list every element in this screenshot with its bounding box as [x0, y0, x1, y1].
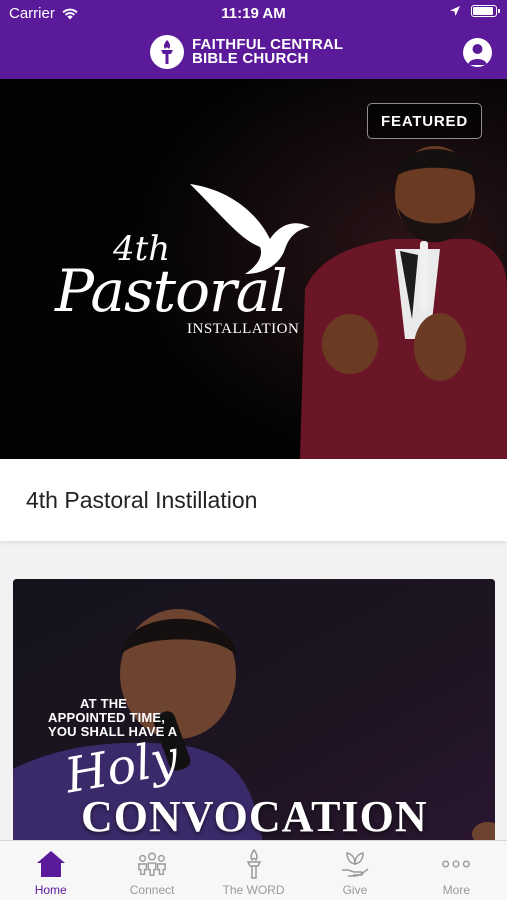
app-screen: Carrier 11:19 AM FAITHFUL CENTRAL BIBLE …: [0, 0, 507, 900]
tab-bar: Home Connect The WORD Give More: [0, 840, 507, 900]
tagline-line1: AT THE: [80, 696, 128, 711]
tab-give[interactable]: Give: [304, 841, 405, 900]
tab-give-label: Give: [342, 883, 368, 897]
status-time: 11:19 AM: [221, 5, 286, 22]
featured-hero-image[interactable]: 4th Pastoral INSTALLATION FEATURED: [0, 79, 507, 459]
brand-title-line2: BIBLE CHURCH: [192, 50, 309, 67]
tab-more-label: More: [442, 883, 470, 897]
church-logo-icon: [150, 35, 184, 69]
user-avatar-icon: [468, 44, 487, 65]
tab-the-word-label: The WORD: [222, 883, 285, 897]
featured-badge: FEATURED: [367, 103, 482, 139]
featured-art-script: Pastoral: [55, 257, 288, 325]
tab-home-label: Home: [34, 883, 67, 897]
tagline-line2: APPOINTED TIME,: [48, 710, 166, 725]
give-hand-icon: [340, 849, 370, 879]
event-card-convocation[interactable]: AT THE APPOINTED TIME, YOU SHALL HAVE A …: [13, 579, 495, 844]
church-brand[interactable]: FAITHFUL CENTRAL BIBLE CHURCH: [150, 35, 343, 69]
featured-title-art: 4th Pastoral INSTALLATION: [55, 179, 345, 359]
top-bar: Carrier 11:19 AM FAITHFUL CENTRAL BIBLE …: [0, 0, 507, 79]
status-bar: Carrier 11:19 AM: [0, 0, 507, 28]
nav-bar: FAITHFUL CENTRAL BIBLE CHURCH: [0, 33, 507, 73]
featured-caption[interactable]: 4th Pastoral Instillation: [0, 459, 507, 541]
featured-art-subtitle: INSTALLATION: [187, 321, 300, 337]
tab-connect-label: Connect: [129, 883, 175, 897]
home-icon: [36, 849, 66, 879]
tab-home[interactable]: Home: [0, 841, 101, 900]
tab-more[interactable]: More: [406, 841, 507, 900]
people-icon: [137, 849, 167, 879]
brand-title: FAITHFUL CENTRAL BIBLE CHURCH: [192, 37, 343, 67]
tab-connect[interactable]: Connect: [101, 841, 202, 900]
profile-button[interactable]: [463, 38, 492, 67]
location-arrow-icon: [450, 6, 460, 16]
convocation-title: CONVOCATION: [81, 792, 428, 841]
status-right: [449, 5, 500, 17]
battery-icon: [471, 5, 500, 17]
tab-the-word[interactable]: The WORD: [203, 841, 304, 900]
torch-icon: [239, 849, 269, 879]
battery-level: [473, 7, 493, 15]
more-dots-icon: [441, 849, 471, 879]
